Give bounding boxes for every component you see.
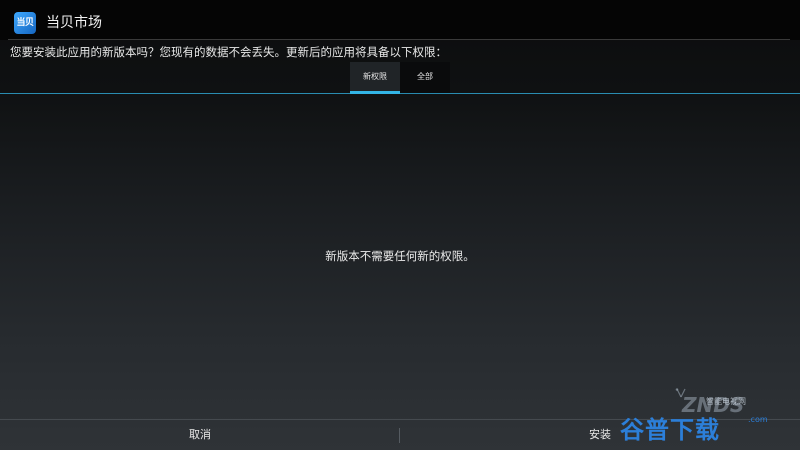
watermark-domain: .com <box>748 415 768 424</box>
tab-strip-divider <box>0 93 800 94</box>
title-bar: 当贝 当贝市场 <box>0 0 800 40</box>
watermark-subtitle: 智能电视网 <box>706 397 746 406</box>
app-title: 当贝市场 <box>46 15 102 31</box>
tab-new-permissions-label: 新权限 <box>363 72 387 81</box>
install-prompt: 您要安装此应用的新版本吗？您现有的数据不会丢失。更新后的应用将具备以下权限： <box>10 45 447 59</box>
dangbei-app-icon: 当贝 <box>14 12 36 34</box>
znds-watermark: ZNDS 智能电视网 谷普下载 .com <box>620 384 790 444</box>
tab-all-permissions-label: 全部 <box>417 72 433 81</box>
no-new-permissions-message: 新版本不需要任何新的权限。 <box>325 249 475 263</box>
install-dialog-screen: 当贝 当贝市场 您要安装此应用的新版本吗？您现有的数据不会丢失。更新后的应用将具… <box>0 0 800 450</box>
tab-new-permissions[interactable]: 新权限 <box>350 62 400 94</box>
tab-all-permissions[interactable]: 全部 <box>400 62 450 94</box>
watermark-text: 谷普下载 <box>620 416 720 444</box>
title-divider <box>8 39 790 40</box>
cancel-button[interactable]: 取消 <box>0 420 400 450</box>
